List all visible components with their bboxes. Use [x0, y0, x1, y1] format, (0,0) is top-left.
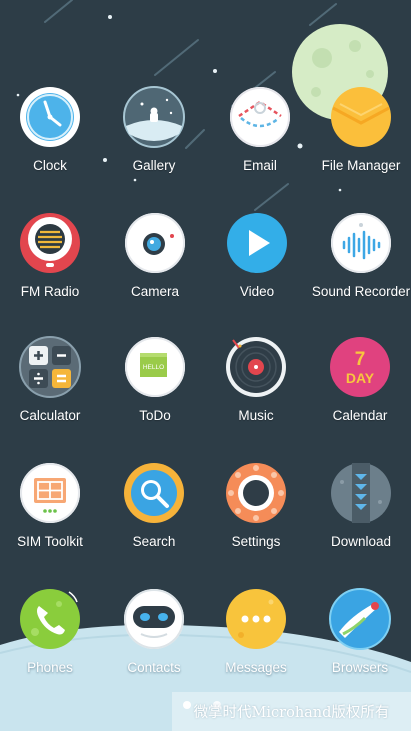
app-label: Email [243, 158, 277, 173]
app-calculator[interactable]: Calculator [0, 336, 100, 446]
app-label: Browsers [331, 660, 389, 675]
fm-radio-icon [19, 212, 81, 274]
file-manager-icon [330, 86, 392, 148]
app-label: Music [238, 408, 274, 423]
gallery-icon [123, 86, 185, 148]
app-browsers[interactable]: Browsers [310, 588, 410, 698]
app-label: Calendar [332, 408, 388, 423]
app-label: Camera [130, 284, 179, 299]
messages-icon [225, 588, 287, 650]
app-camera[interactable]: Camera [105, 212, 205, 322]
app-label: Search [132, 534, 176, 549]
calendar-glyph: 7 [355, 349, 366, 370]
todo-icon: HELLO [124, 336, 186, 398]
app-sound-recorder[interactable]: Sound Recorder [311, 212, 411, 322]
download-icon [330, 462, 392, 524]
calendar-icon: 7 DAY [329, 336, 391, 398]
todo-note-text: HELLO [143, 364, 164, 371]
calendar-day-text: DAY [346, 370, 375, 386]
email-icon [229, 86, 291, 148]
settings-icon [225, 462, 287, 524]
app-fm-radio[interactable]: FM Radio [0, 212, 100, 322]
app-label: Download [330, 534, 392, 549]
app-music[interactable]: Music [206, 336, 306, 446]
contacts-icon [123, 588, 185, 650]
app-label: Phones [27, 660, 73, 675]
phone-icon [19, 588, 81, 650]
app-todo[interactable]: HELLO ToDo [105, 336, 205, 446]
app-label: Video [239, 284, 275, 299]
app-label: Calculator [19, 408, 81, 423]
app-label: ToDo [139, 408, 171, 423]
video-icon [226, 212, 288, 274]
app-phones[interactable]: Phones [0, 588, 100, 698]
app-label: Clock [33, 158, 67, 173]
app-messages[interactable]: Messages [206, 588, 306, 698]
sound-recorder-icon [330, 212, 392, 274]
app-label: Settings [231, 534, 281, 549]
browser-icon [329, 588, 391, 650]
app-clock[interactable]: Clock [0, 86, 100, 196]
app-label: Messages [225, 660, 287, 675]
app-video[interactable]: Video [207, 212, 307, 322]
app-settings[interactable]: Settings [206, 462, 306, 572]
app-calendar[interactable]: 7 DAY Calendar [310, 336, 410, 446]
app-label: Gallery [132, 158, 176, 173]
app-label: FM Radio [20, 284, 80, 299]
app-contacts[interactable]: Contacts [104, 588, 204, 698]
app-download[interactable]: Download [311, 462, 411, 572]
camera-icon [124, 212, 186, 274]
clock-icon [19, 86, 81, 148]
app-label: SIM Toolkit [17, 534, 83, 549]
calculator-icon [19, 336, 81, 398]
search-icon [123, 462, 185, 524]
music-icon [225, 336, 287, 398]
app-sim-toolkit[interactable]: SIM Toolkit [0, 462, 100, 572]
app-label: Sound Recorder [311, 284, 411, 299]
watermark: 微掌时代Microhand版权所有 [172, 692, 411, 731]
home-screen: Clock Gallery Email File Manager FM Radi… [0, 0, 411, 731]
app-label: Contacts [127, 660, 181, 675]
app-email[interactable]: Email [210, 86, 310, 196]
app-gallery[interactable]: Gallery [104, 86, 204, 196]
app-label: File Manager [321, 158, 401, 173]
app-file-manager[interactable]: File Manager [311, 86, 411, 196]
sim-toolkit-icon [19, 462, 81, 524]
app-search[interactable]: Search [104, 462, 204, 572]
